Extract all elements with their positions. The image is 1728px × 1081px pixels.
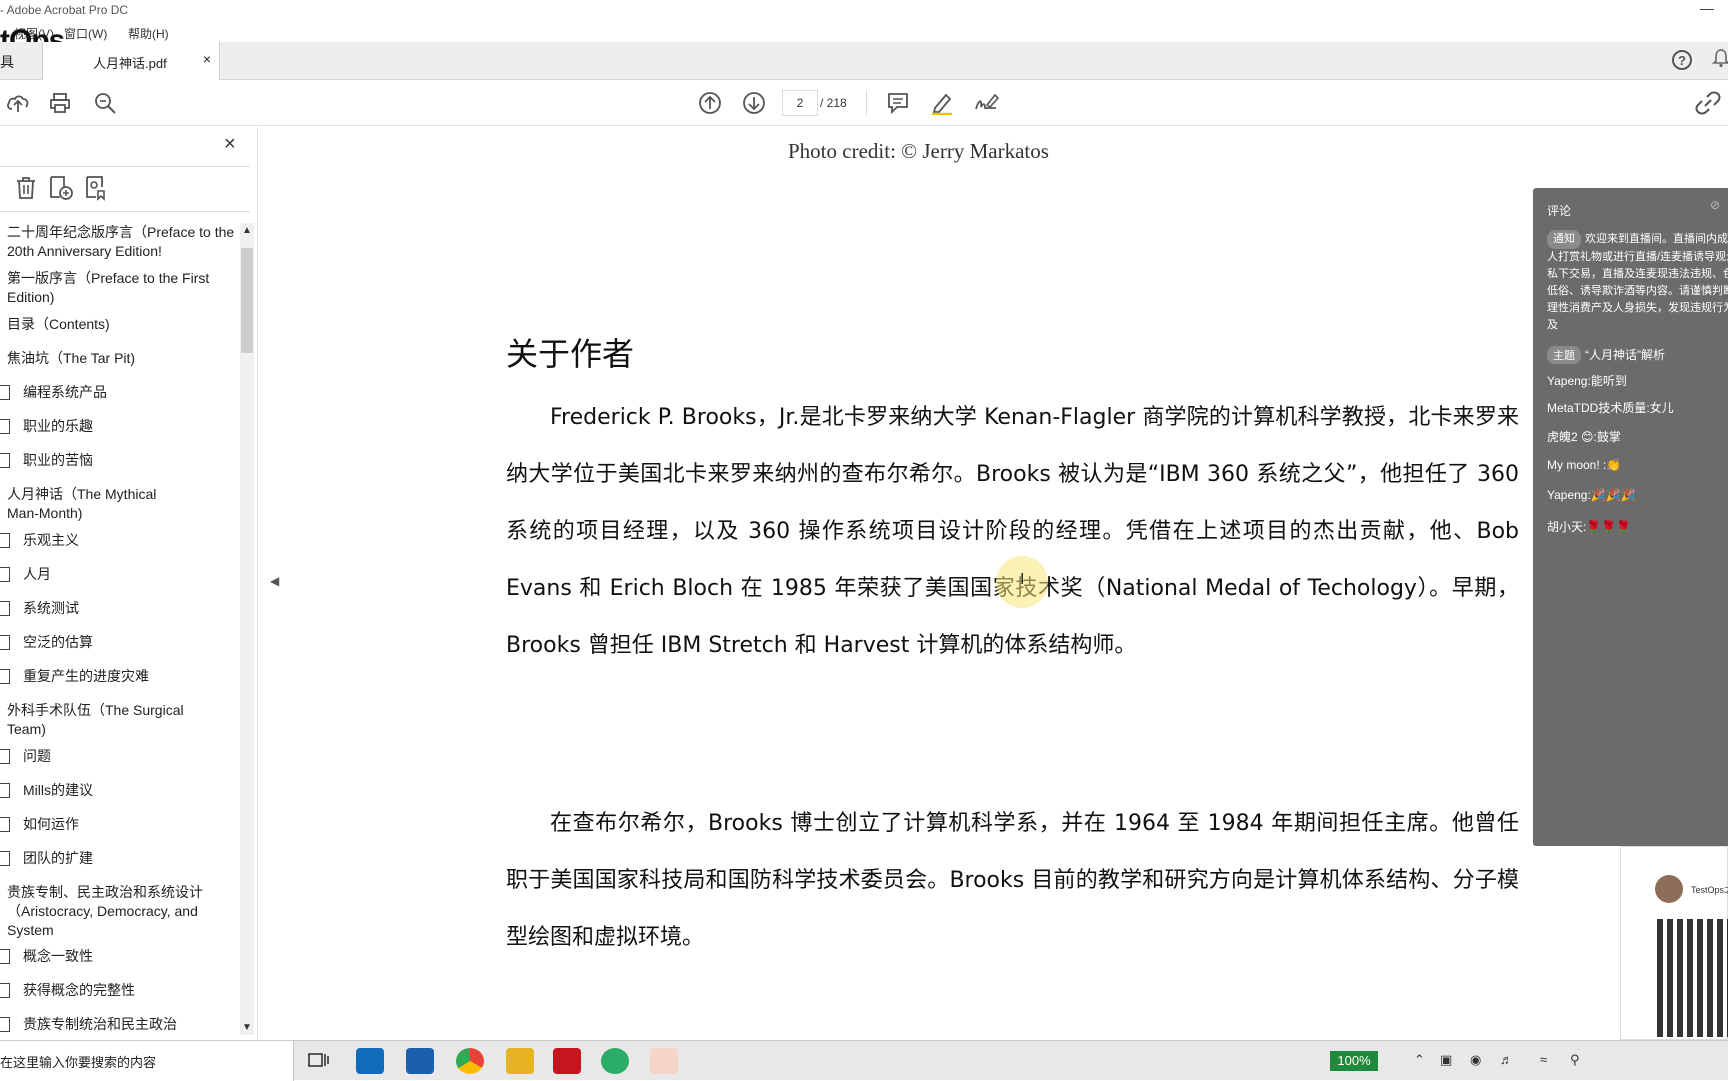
delete-bookmark-icon[interactable] [14,175,42,205]
notice-tag: 通知 [1547,230,1581,249]
bookmark-list: 二十周年纪念版序言（Preface to the 20th Anniversar… [0,223,240,1035]
document-page: Photo credit: © Jerry Markatos 关于作者 Fred… [285,127,1530,1040]
qr-code-icon [1657,919,1728,1037]
scrollbar-thumb[interactable] [241,248,253,353]
bookmark-icon [0,749,10,764]
acrobat-icon[interactable] [553,1048,581,1074]
bookmark-icon [0,1017,10,1032]
close-panel-icon[interactable]: × [224,133,236,156]
live-app-icon[interactable] [650,1048,678,1074]
new-bookmark-icon[interactable] [48,175,76,205]
tab-tools[interactable]: 具 [0,52,14,72]
menu-bar: 视图(V) 窗口(W) 帮助(H) [0,22,1728,42]
app-arrow-icon[interactable] [406,1048,434,1074]
link-share-icon[interactable] [1694,89,1722,117]
tray-wechat-icon[interactable]: ◉ [1470,1052,1481,1068]
body-paragraph: 在查布尔希尔，Brooks 博士创立了计算机科学系，并在 1964 至 1984… [506,811,1519,950]
tab-bar: 具 人月神话.pdf × ? [0,42,1728,80]
bookmark-icon [0,601,10,616]
minimize-button[interactable]: — [1700,0,1714,16]
file-explorer-icon[interactable] [506,1048,534,1074]
title-bar: - Adobe Acrobat Pro DC — [0,0,1728,22]
tray-chevron-up-icon[interactable]: ⌃ [1414,1052,1425,1068]
chevron-up-icon[interactable]: ▲ [242,225,252,236]
notice-message: 通知 欢迎来到直播间。直播间内成年人打赏礼物或进行直播/连麦播诱导观众私下交易，直… [1547,230,1728,334]
bookmark-icon [0,533,10,548]
bookmark-icon [0,983,10,998]
highlight-pen-icon[interactable] [928,89,956,117]
main-toolbar: 2 / 218 [0,80,1728,126]
bookmark-icon [0,419,10,434]
bookmark-icon [0,567,10,582]
bookmark-icon [0,453,10,468]
upload-cloud-icon[interactable] [4,89,32,117]
print-icon[interactable] [46,89,74,117]
chat-message: 虎魄2 😊:鼓掌 [1547,430,1621,444]
zoom-search-icon[interactable] [91,89,119,117]
bookmarks-scrollbar[interactable]: ▲ ▼ [240,223,254,1035]
photo-credit: Photo credit: © Jerry Markatos [788,139,1049,163]
bookmark-tools [0,175,250,205]
outlook-icon[interactable] [356,1048,384,1074]
notification-bell-icon[interactable] [1712,48,1728,73]
chat-message: Yapeng:🎉🎉🎉 [1547,488,1636,502]
next-page-icon[interactable] [740,89,768,117]
help-icon[interactable]: ? [1672,50,1692,70]
tab-document[interactable]: 人月神话.pdf × [42,42,220,80]
bookmark-icon [0,851,10,866]
page-total: / 218 [820,96,847,110]
window-title: - Adobe Acrobat Pro DC [0,3,129,17]
avatar [1655,875,1683,903]
toolbar-divider [866,90,867,116]
wechat-icon[interactable] [601,1048,629,1074]
bookmark-icon [0,817,10,832]
tray-search-icon[interactable]: ⚲ [1570,1052,1580,1068]
bookmark-icon [0,635,10,650]
menu-window[interactable]: 窗口(W) [64,25,107,42]
chat-message: MetaTDD技术质量:女儿 [1547,401,1674,415]
panel-divider [0,166,250,167]
tab-document-name: 人月神话.pdf [93,56,167,71]
collapse-panel-icon[interactable]: ◀ [270,574,279,588]
zoom-level-badge: 100% [1330,1051,1378,1071]
comments-header: 评论 [1547,204,1572,218]
section-heading: 关于作者 [506,335,635,373]
volume-icon[interactable]: ♬ [1500,1052,1513,1067]
qr-promo-card: TestOps之 [1620,846,1728,1040]
chat-message: Yapeng:能听到 [1547,374,1627,388]
panel-divider-2 [0,211,250,212]
taskbar: 在这里输入你要搜索的内容 100% ⌃ ▣ ◉ ♬ ≈ ⚲ [0,1040,1728,1081]
text-cursor-icon: I [1020,571,1025,588]
menu-help[interactable]: 帮助(H) [128,25,169,42]
taskbar-search-input[interactable]: 在这里输入你要搜索的内容 [0,1041,294,1081]
bookmark-icon [0,669,10,684]
previous-page-icon[interactable] [696,89,724,117]
chevron-down-icon[interactable]: ▼ [242,1022,252,1033]
chat-message: My moon! :👏 [1547,458,1622,472]
bookmark-icon [0,385,10,400]
page-number-input[interactable]: 2 [782,90,818,116]
bookmark-icon [0,949,10,964]
promo-name: TestOps之 [1691,885,1728,895]
sign-icon[interactable] [972,89,1000,117]
chrome-icon[interactable] [456,1048,484,1074]
body-paragraph: Frederick P. Brooks，Jr.是北卡罗来纳大学 Kenan-Fl… [506,405,1520,658]
live-comments-panel: 评论 ⊘ 通知 欢迎来到直播间。直播间内成年人打赏礼物或进行直播/连麦播诱导观众私… [1533,188,1728,846]
comment-icon[interactable] [884,89,912,117]
topic-text: “人月神话”解析 [1585,348,1665,362]
task-view-icon[interactable] [306,1048,332,1074]
topic-tag: 主题 [1547,346,1581,364]
chat-message: 胡小天:🌹🌹🌹 [1547,520,1632,534]
bookmark-settings-icon[interactable] [84,175,112,205]
bookmark-icon [0,783,10,798]
topic-message: 主题 “人月神话”解析 [1547,346,1665,364]
close-comments-icon[interactable]: ⊘ [1710,198,1720,212]
tab-close-icon[interactable]: × [203,51,211,67]
tray-app-icon[interactable]: ▣ [1440,1052,1452,1068]
network-icon[interactable]: ≈ [1540,1052,1547,1067]
bookmarks-panel: × 二十周年纪念版序言（Preface to the 20th Annivers… [0,127,258,1040]
